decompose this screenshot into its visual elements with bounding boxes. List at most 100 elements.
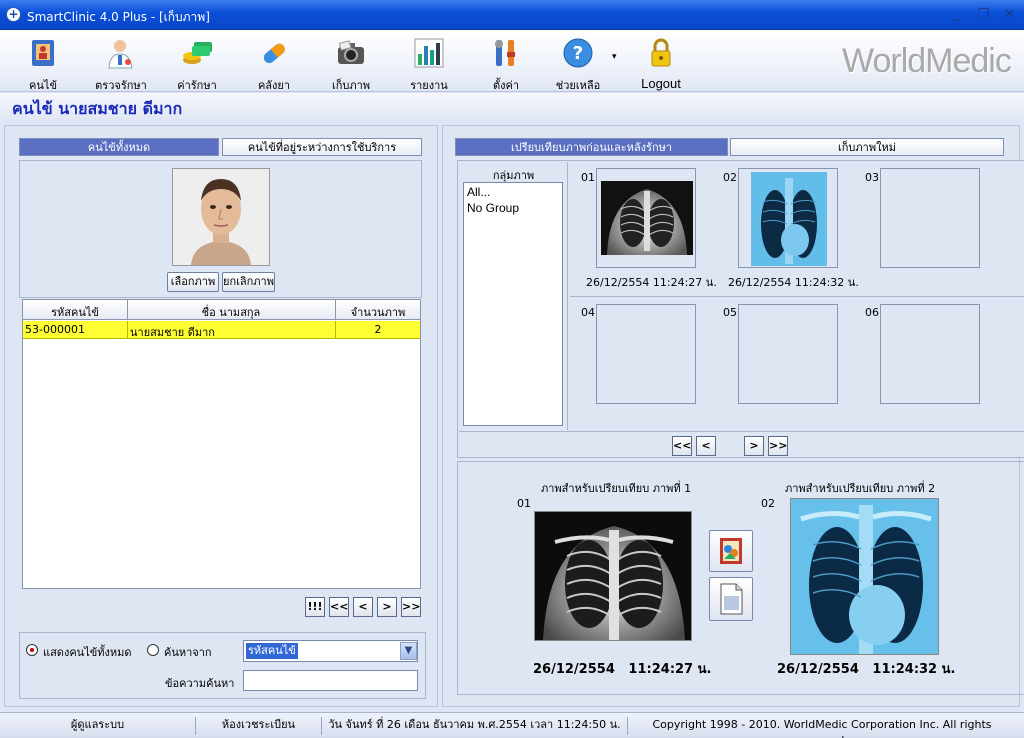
group-list[interactable]: All... No Group	[463, 182, 563, 426]
status-copyright: Copyright 1998 - 2010. WorldMedic Corpor…	[652, 718, 992, 738]
image-compare-icon	[720, 538, 742, 564]
pill-icon	[263, 43, 285, 64]
svg-text:?: ?	[573, 43, 583, 64]
xray-thumb-1	[601, 181, 693, 255]
patient-title: คนไข้ นายสมชาย ดีมาก	[12, 99, 183, 118]
help-icon: ?	[563, 38, 593, 68]
slot-2-caption: 26/12/2554 11:24:32 น.	[728, 276, 859, 289]
lock-icon	[651, 38, 671, 67]
app-icon: +	[6, 7, 21, 22]
thumbnail-slot-2[interactable]	[738, 168, 838, 268]
group-panel: กลุ่มภาพ All... No Group	[459, 162, 568, 430]
thumbnail-slot-1[interactable]	[596, 168, 696, 268]
slot-1-caption: 26/12/2554 11:24:27 น.	[586, 276, 717, 289]
money-icon	[183, 42, 212, 64]
col-name[interactable]: ชื่อ นามสกุล	[128, 303, 334, 321]
compare-2-caption: 26/12/2554 11:24:32 น.	[777, 662, 956, 677]
compare-2-number: 02	[761, 497, 775, 510]
tab-new-image[interactable]: เก็บภาพใหม่	[730, 138, 1004, 156]
compare-image-1[interactable]	[534, 511, 692, 641]
show-all-label: แสดงคนไข้ทั้งหมด	[43, 646, 132, 659]
restore-button[interactable]: ❐	[973, 6, 994, 25]
cancel-image-button[interactable]: ยกเลิกภาพ	[222, 272, 275, 292]
compare-1-number: 01	[517, 497, 531, 510]
toolbar-patient-button[interactable]: คนไข้	[10, 34, 76, 92]
table-row[interactable]: 53-000001 นายสมชาย ดีมาก 2	[23, 321, 420, 339]
help-dropdown-arrow-icon[interactable]: ▾	[612, 52, 617, 62]
choose-image-button[interactable]: เลือกภาพ	[167, 272, 219, 292]
slot-5-number: 05	[723, 306, 737, 319]
row-image-count: 2	[374, 323, 382, 336]
bar-chart-icon	[414, 38, 444, 68]
thumbnail-slot-6[interactable]	[880, 304, 980, 404]
toolbar-logout-button[interactable]: Logout	[628, 34, 694, 91]
window-title: SmartClinic 4.0 Plus - [เก็บภาพ]	[27, 10, 210, 24]
slot-6-number: 06	[865, 306, 879, 319]
search-field-value: รหัสคนไข้	[246, 643, 298, 659]
nav-first-button[interactable]: <<	[329, 597, 349, 617]
search-from-label: ค้นหาจาก	[164, 646, 212, 659]
toolbar-pharmacy-button[interactable]: คลังยา	[241, 34, 307, 92]
patient-header: คนไข้ นายสมชาย ดีมาก	[0, 93, 1024, 121]
nav-next-button[interactable]: >	[377, 597, 397, 617]
tab-compare-before-after[interactable]: เปรียบเทียบภาพก่อนและหลังรักษา	[455, 138, 728, 156]
xray-thumb-2	[751, 172, 827, 266]
close-button[interactable]: ✕	[999, 6, 1020, 25]
status-room: ห้องเวชระเบียน	[196, 717, 322, 735]
patient-photo	[173, 169, 269, 265]
status-datetime: วัน จันทร์ ที่ 26 เดือน ธันวาคม พ.ศ.2554…	[322, 717, 628, 735]
slot-1-number: 01	[581, 171, 595, 184]
toolbar-report-button[interactable]: รายงาน	[396, 34, 462, 92]
row-patient-id: 53-000001	[25, 323, 85, 336]
status-bar: ผู้ดูแลระบบ ห้องเวชระเบียน วัน จันทร์ ที…	[0, 712, 1024, 738]
document-icon	[720, 583, 743, 615]
toolbar-images-button[interactable]: เก็บภาพ	[318, 34, 384, 92]
compare-view-button[interactable]	[709, 530, 753, 572]
main-toolbar: คนไข้ ตรวจรักษา ค่ารักษา คลังยา เก็บภาพ …	[0, 30, 1024, 92]
toolbar-fees-button[interactable]: ค่ารักษา	[164, 34, 230, 92]
title-bar: + SmartClinic 4.0 Plus - [เก็บภาพ] _ ❐ ✕	[0, 0, 1024, 30]
thumbnail-slot-4[interactable]	[596, 304, 696, 404]
group-item-all[interactable]: All...	[467, 185, 490, 199]
table-header: รหัสคนไข้ ชื่อ นามสกุล จำนวนภาพ	[23, 300, 420, 320]
toolbar-help-button[interactable]: ? ช่วยเหลือ	[545, 34, 611, 92]
chevron-down-icon[interactable]: ▼	[400, 642, 417, 660]
slot-2-number: 02	[723, 171, 737, 184]
thumb-last-button[interactable]: >>	[768, 436, 788, 456]
thumb-next-button[interactable]: >	[744, 436, 764, 456]
patient-photo-frame	[172, 168, 270, 266]
compare-image-2[interactable]	[790, 498, 939, 655]
toolbar-settings-button[interactable]: ตั้งค่า	[473, 34, 539, 92]
worldmedic-logo: WorldMedic	[842, 42, 1012, 80]
col-patient-id[interactable]: รหัสคนไข้	[23, 303, 127, 321]
patient-table: รหัสคนไข้ ชื่อ นามสกุล จำนวนภาพ 53-00000…	[22, 299, 421, 589]
tab-all-patients[interactable]: คนไข้ทั้งหมด	[19, 138, 219, 156]
row-patient-name: นายสมชาย ดีมาก	[130, 326, 215, 339]
compare-1-title: ภาพสำหรับเปรียบเทียบ ภาพที่ 1	[541, 482, 692, 495]
camera-icon	[338, 40, 364, 64]
settings-tools-icon	[495, 40, 515, 66]
thumb-first-button[interactable]: <<	[672, 436, 692, 456]
minimize-button[interactable]: _	[946, 6, 967, 25]
toolbar-examine-button[interactable]: ตรวจรักษา	[88, 34, 154, 92]
tab-patients-in-service[interactable]: คนไข้ที่อยู่ระหว่างการใช้บริการ	[222, 138, 422, 156]
nav-prev-button[interactable]: <	[353, 597, 373, 617]
thumb-prev-button[interactable]: <	[696, 436, 716, 456]
search-from-radio[interactable]	[147, 644, 159, 656]
thumbnail-slot-3[interactable]	[880, 168, 980, 268]
doctor-icon	[108, 40, 133, 69]
clear-compare-button[interactable]	[709, 577, 753, 621]
col-image-count[interactable]: จำนวนภาพ	[336, 303, 420, 321]
search-text-input[interactable]	[243, 670, 418, 691]
compare-1-caption: 26/12/2554 11:24:27 น.	[533, 662, 712, 677]
search-field-select[interactable]: รหัสคนไข้ ▼	[243, 640, 418, 662]
search-text-label: ข้อความค้นหา	[165, 677, 235, 690]
slot-3-number: 03	[865, 171, 879, 184]
group-item-no-group[interactable]: No Group	[467, 201, 519, 215]
patient-book-icon	[32, 40, 54, 66]
show-all-radio[interactable]	[26, 644, 38, 656]
nav-go-button[interactable]: !!!	[305, 597, 325, 617]
nav-last-button[interactable]: >>	[401, 597, 421, 617]
compare-2-title: ภาพสำหรับเปรียบเทียบ ภาพที่ 2	[785, 482, 936, 495]
thumbnail-slot-5[interactable]	[738, 304, 838, 404]
